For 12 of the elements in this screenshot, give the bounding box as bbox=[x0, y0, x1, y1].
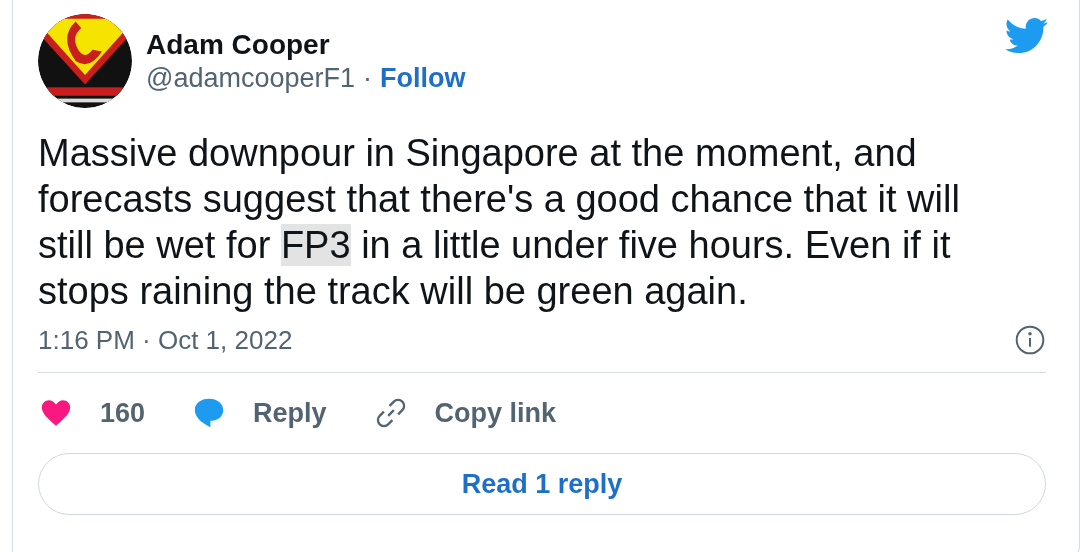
follow-link[interactable]: Follow bbox=[380, 62, 466, 94]
read-replies-button[interactable]: Read 1 reply bbox=[38, 453, 1046, 515]
author-handle: @adamcooperF1 bbox=[146, 62, 355, 94]
like-count[interactable]: 160 bbox=[100, 397, 146, 429]
timestamp: 1:16 PM · Oct 1, 2022 bbox=[38, 324, 293, 356]
info-icon[interactable] bbox=[1014, 324, 1046, 356]
author-name: Adam Cooper bbox=[146, 28, 331, 61]
copy-label[interactable]: Copy link bbox=[434, 397, 557, 429]
tweet-text: Massive downpour in Singapore at the moment, and forecasts suggest that there's a good chance that it will still be wet for FP3 in a little under five hours. Even if it stops raining the track will be green again. bbox=[38, 131, 961, 314]
reply-label[interactable]: Reply bbox=[253, 397, 327, 429]
bird-icon[interactable] bbox=[1005, 18, 1049, 54]
separator-dot: · bbox=[363, 62, 372, 94]
